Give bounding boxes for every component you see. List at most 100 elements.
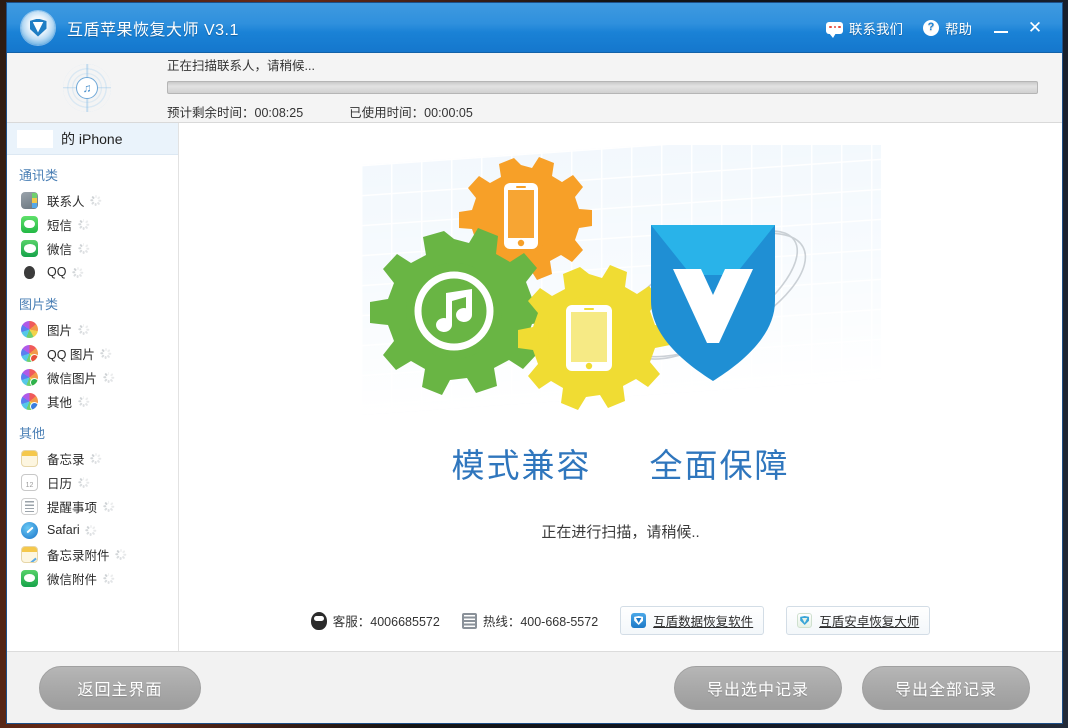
sidebar-item-qq-photos[interactable]: QQ 图片 [7,341,178,365]
sidebar-item-label: 日历 [47,476,73,491]
elapsed-time-label: 已使用时间：00:00:05 [349,105,473,120]
shield-logo-icon [21,10,55,45]
window-body: 的 iPhone 通讯类 联系人 短信 微信 QQ 图片类 图片 QQ 图片 微信图片 其他 其他备… [7,123,1062,651]
sidebar-item-label: Safari [47,523,80,537]
device-icon [17,129,53,148]
minimize-button[interactable] [986,13,1016,43]
contact-us-button[interactable]: 联系我们 [816,14,913,42]
sidebar-item-label: 其他 [47,395,73,410]
tagline-2: 全面保障 [649,447,790,484]
contact-us-label: 联系我们 [849,21,903,37]
scan-status-text: 正在扫描联系人，请稍候... [167,58,315,73]
sidebar-item-label: 图片 [47,323,73,338]
reminders-icon [21,497,38,515]
export-selected-button[interactable]: 导出选中记录 [674,665,842,710]
loading-spinner-icon [115,548,127,560]
sidebar-item-label: 备忘录 [47,452,85,467]
sidebar-item-reminders[interactable]: 提醒事项 [7,494,178,518]
customer-service-label: 客服：4006685572 [332,615,440,629]
footer-toolbar: 返回主界面 导出选中记录 导出全部记录 [7,651,1062,723]
close-icon: ✕ [1027,17,1043,37]
sidebar-item-sms[interactable]: 短信 [7,212,178,236]
hotline: 热线：400-668-5572 [461,611,598,630]
calendar-icon: 12 [21,473,38,491]
sidebar-item-badge [30,377,38,386]
export-all-label: 导出全部记录 [894,681,997,699]
sidebar-item-other-photos[interactable]: 其他 [7,389,178,413]
gears-phone-shield-illustration [360,128,881,435]
loading-spinner-icon [77,395,89,407]
sidebar-item-note-attachment[interactable]: 备忘录附件 [7,542,178,566]
sidebar-device-row[interactable]: 的 iPhone [7,123,178,155]
remaining-time-label: 预计剩余时间：00:08:25 [167,105,304,120]
app-title: 互盾苹果恢复大师 V3.1 [67,21,239,39]
contacts-icon [21,191,38,209]
help-button[interactable]: ? 帮助 [913,14,982,42]
sms-icon [21,215,38,233]
loading-spinner-icon [77,323,89,335]
loading-spinner-icon [102,572,114,584]
sidebar-item-contacts[interactable]: 联系人 [7,188,178,212]
sidebar-item-wechat[interactable]: 微信 [7,236,178,260]
photos-icon [21,320,38,338]
title-bar: 互盾苹果恢复大师 V3.1 联系我们 ? 帮助 ✕ [7,3,1062,53]
export-all-button[interactable]: 导出全部记录 [862,665,1030,710]
sidebar-item-label: 短信 [47,218,73,233]
scan-progress-header: ♫ 正在扫描联系人，请稍候... 预计剩余时间：00:08:25 已使用时间：0… [7,53,1062,123]
blue-shield-icon [631,613,647,628]
chat-bubble-icon [826,21,843,38]
sidebar-item-label: 微信 [47,242,73,257]
loading-spinner-icon [77,476,89,488]
loading-spinner-icon [90,194,102,206]
sidebar-group-title: 图片类 [19,297,59,312]
qq-penguin-icon [310,611,327,630]
customer-service[interactable]: 客服：4006685572 [310,611,440,630]
sidebar-item-label: QQ [47,265,67,279]
sidebar: 的 iPhone 通讯类 联系人 短信 微信 QQ 图片类 图片 QQ 图片 微信图片 其他 其他备… [7,123,179,651]
data-recovery-software-button[interactable]: 互盾数据恢复软件 [620,606,765,635]
sidebar-item-wechat-photos[interactable]: 微信图片 [7,365,178,389]
sidebar-item-badge [30,401,38,410]
taglines: 模式兼容 全面保障 [452,439,790,487]
back-to-home-button[interactable]: 返回主界面 [39,665,201,710]
hotline-icon [461,612,477,629]
safari-icon [21,521,38,539]
close-button[interactable]: ✕ [1020,13,1050,43]
titlebar-actions: 联系我们 ? 帮助 ✕ [816,13,1050,43]
other-photos-icon [21,392,38,410]
sidebar-item-label: 提醒事项 [47,500,98,515]
loading-spinner-icon [102,500,114,512]
scan-progress-bar [167,80,1038,94]
sidebar-item-label: 联系人 [47,194,85,209]
help-label: 帮助 [945,21,972,37]
loading-spinner-icon [90,452,102,464]
sidebar-item-wechat-attachment[interactable]: 微信附件 [7,566,178,590]
loading-spinner-icon [85,524,97,536]
qq-icon [21,263,38,281]
export-selected-label: 导出选中记录 [706,681,809,699]
scan-times: 预计剩余时间：00:08:25 已使用时间：00:00:05 [167,102,1038,121]
sidebar-item-safari[interactable]: Safari [7,518,178,542]
android-recovery-label: 互盾安卓恢复大师 [819,615,920,629]
sidebar-item-qq[interactable]: QQ [7,260,178,284]
scan-caption: 正在进行扫描，请稍候.. [541,524,700,541]
loading-spinner-icon [102,371,114,383]
loading-spinner-icon [100,347,112,359]
notes-icon [21,449,38,467]
tagline-1: 模式兼容 [451,447,592,484]
qq-photos-icon [21,344,38,362]
wechat-photos-icon [21,368,38,386]
loading-spinner-icon [77,218,89,230]
application-window: 互盾苹果恢复大师 V3.1 联系我们 ? 帮助 ✕ ♫ 正在扫描联系人，请稍候.… [6,2,1063,724]
sidebar-item-calendar[interactable]: 12 日历 [7,470,178,494]
loading-spinner-icon [71,266,84,278]
sidebar-item-photos[interactable]: 图片 [7,317,178,341]
sidebar-item-badge [30,353,38,362]
sidebar-item-notes[interactable]: 备忘录 [7,446,178,470]
wechat-attachment-icon [21,569,38,587]
music-radar-scan-icon: ♫ [7,63,167,112]
loading-spinner-icon [77,242,89,254]
android-recovery-button[interactable]: 互盾安卓恢复大师 [786,606,931,635]
scan-info: 正在扫描联系人，请稍候... 预计剩余时间：00:08:25 已使用时间：00:… [167,55,1038,121]
contact-strip: 客服：4006685572 热线：400-668-5572 互盾数据恢复软件 互… [179,606,1062,635]
